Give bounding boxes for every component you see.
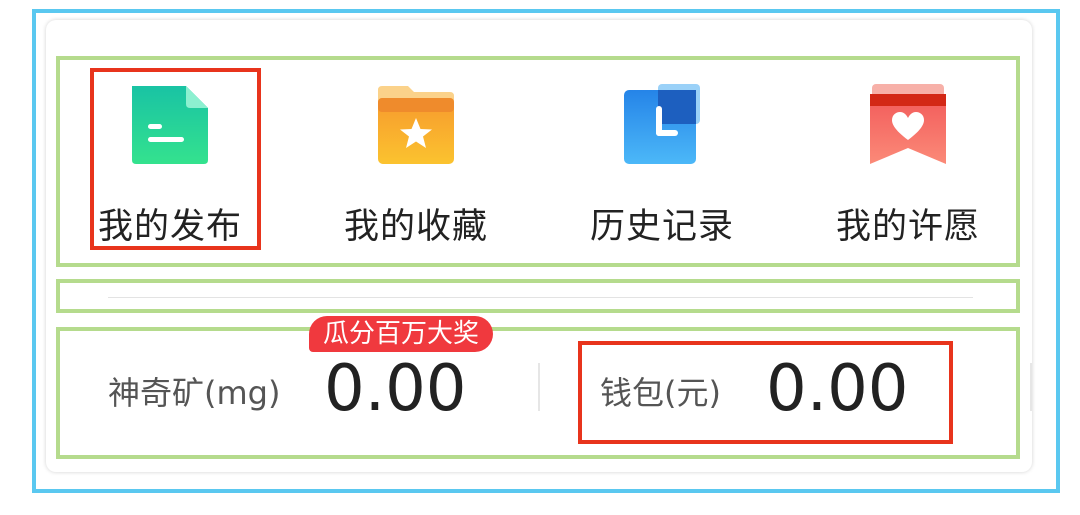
divider-row-box (56, 279, 1020, 313)
menu-item-label: 我的许愿 (835, 207, 980, 247)
menu-item-label: 历史记录 (589, 207, 734, 247)
menu-item-history[interactable]: 历史记录 (542, 70, 782, 250)
stats-separator-right (1030, 363, 1032, 411)
menu-item-label: 我的收藏 (343, 207, 488, 247)
clock-icon (624, 84, 700, 164)
prize-badge[interactable]: 瓜分百万大奖 (309, 316, 494, 352)
magic-ore-value[interactable]: 0.00 (324, 352, 467, 426)
heart-bookmark-icon (870, 84, 946, 164)
menu-item-my-wishes[interactable]: 我的许愿 (788, 70, 1028, 250)
menu-item-my-favorites[interactable]: 我的收藏 (296, 70, 536, 250)
folder-star-icon (378, 86, 454, 164)
highlight-wallet (578, 341, 953, 444)
stats-separator (538, 363, 540, 411)
divider (108, 297, 973, 298)
highlight-my-posts (90, 68, 261, 250)
magic-ore-label: 神奇矿(mg) (108, 374, 281, 412)
